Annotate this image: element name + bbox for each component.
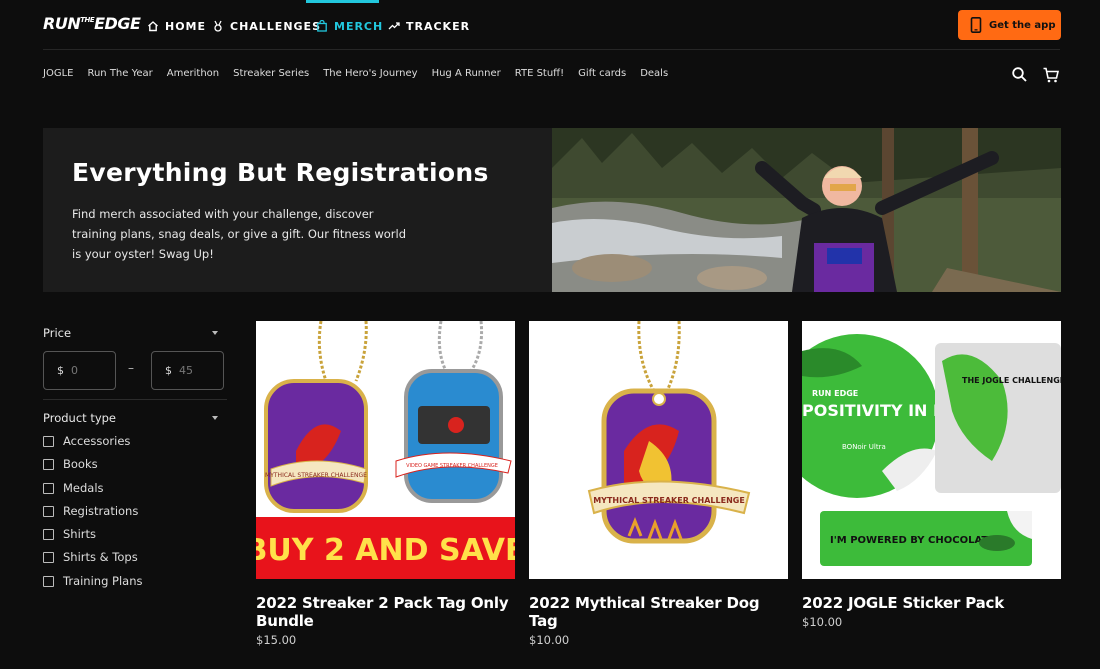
checkbox[interactable] [43, 528, 54, 540]
product-image-art: MYTHICAL STREAKER CHALLENGE VIDEO GAME S… [256, 321, 515, 579]
sticker-sub-text: BONoir Ultra [842, 443, 886, 451]
hero-banner: Everything But Registrations Find merch … [43, 128, 1061, 292]
nav-tracker-label: TRACKER [406, 19, 471, 33]
filter-label: Shirts [63, 527, 97, 541]
product-price: $10.00 [802, 615, 843, 629]
currency-symbol: $ [57, 364, 64, 377]
nav-home-label: HOME [165, 19, 207, 33]
tag-text: MYTHICAL STREAKER CHALLENGE [593, 496, 745, 505]
subnav-rte-stuff[interactable]: RTE Stuff! [515, 68, 564, 82]
product-card[interactable]: MYTHICAL STREAKER CHALLENGE VIDEO GAME S… [256, 321, 515, 647]
subnav-hug-a-runner[interactable]: Hug A Runner [432, 68, 501, 82]
home-icon [148, 21, 158, 32]
product-title[interactable]: 2022 Streaker 2 Pack Tag Only Bundle [256, 594, 515, 630]
product-price: $15.00 [256, 633, 297, 647]
product-card[interactable]: RUN EDGE POSITIVITY IN MOTION BONoir Ult… [802, 321, 1061, 629]
product-image-art: MYTHICAL STREAKER CHALLENGE [529, 321, 788, 579]
checkbox[interactable] [43, 575, 54, 587]
product-card[interactable]: MYTHICAL STREAKER CHALLENGE 2022 Mythica… [529, 321, 788, 647]
logo-small-text: THE [80, 16, 95, 24]
subnav-streaker-series[interactable]: Streaker Series [233, 68, 309, 82]
chevron-down-icon [212, 416, 218, 420]
price-min-input[interactable]: $ 0 [43, 351, 116, 390]
checkbox[interactable] [43, 482, 54, 494]
subnav-amerithon[interactable]: Amerithon [167, 68, 219, 82]
chevron-down-icon [212, 331, 218, 335]
filter-registrations[interactable]: Registrations [43, 504, 138, 518]
product-title[interactable]: 2022 Mythical Streaker Dog Tag [529, 594, 788, 630]
filter-label: Shirts & Tops [63, 550, 138, 564]
nav-tracker[interactable]: TRACKER [388, 18, 470, 34]
filter-label: Medals [63, 481, 104, 495]
logo[interactable]: RUNTHEEDGE [43, 14, 141, 33]
product-image[interactable]: MYTHICAL STREAKER CHALLENGE VIDEO GAME S… [256, 321, 515, 579]
checkbox[interactable] [43, 551, 54, 563]
search-icon[interactable] [1011, 66, 1029, 84]
filter-training-plans[interactable]: Training Plans [43, 574, 143, 588]
nav-merch[interactable]: MERCH [316, 18, 383, 34]
price-filter-label: Price [43, 326, 72, 340]
sticker-2-text: THE JOGLE CHALLENGE [962, 376, 1061, 385]
subnav-deals[interactable]: Deals [640, 68, 668, 82]
trend-icon [388, 22, 400, 30]
filter-label: Accessories [63, 434, 131, 448]
hero-description: Find merch associated with your challeng… [72, 207, 406, 261]
subnav-jogle[interactable]: JOGLE [43, 68, 73, 82]
product-image[interactable]: RUN EDGE POSITIVITY IN MOTION BONoir Ult… [802, 321, 1061, 579]
logo-text-2: EDGE [94, 14, 141, 33]
bag-icon [317, 20, 327, 32]
logo-text: RUN [43, 14, 81, 33]
product-image[interactable]: MYTHICAL STREAKER CHALLENGE [529, 321, 788, 579]
nav-challenges[interactable]: CHALLENGES [212, 18, 321, 34]
price-max-placeholder: 45 [179, 364, 193, 377]
tag-2-text: VIDEO GAME STREAKER CHALLENGE [406, 463, 498, 469]
checkbox[interactable] [43, 505, 54, 517]
cart-icon[interactable] [1042, 66, 1060, 84]
price-filter-toggle[interactable]: Price [43, 326, 227, 342]
nav-merch-label: MERCH [334, 19, 384, 33]
currency-symbol: $ [165, 364, 172, 377]
nav-active-indicator [306, 0, 379, 3]
filter-divider [43, 399, 227, 400]
filter-label: Registrations [63, 504, 139, 518]
filter-medals[interactable]: Medals [43, 481, 104, 495]
price-separator: – [128, 361, 134, 375]
price-min-placeholder: 0 [71, 364, 78, 377]
hero-title: Everything But Registrations [72, 158, 489, 187]
subnav-heros-journey[interactable]: The Hero's Journey [323, 68, 417, 82]
nav-divider [43, 49, 1060, 50]
product-banner-text: BUY 2 AND SAVE [256, 533, 515, 568]
tag-1-text: MYTHICAL STREAKER CHALLENGE [265, 472, 367, 479]
product-type-label: Product type [43, 411, 117, 425]
filter-label: Training Plans [63, 574, 143, 588]
sticker-brand-text: RUN EDGE [812, 389, 858, 398]
get-app-button[interactable]: Get the app [958, 10, 1061, 40]
phone-icon [970, 17, 982, 33]
filter-shirts[interactable]: Shirts [43, 527, 96, 541]
medal-icon [214, 20, 222, 32]
product-type-filter-toggle[interactable]: Product type [43, 411, 227, 427]
product-image-art: RUN EDGE POSITIVITY IN MOTION BONoir Ult… [802, 321, 1061, 579]
hero-photo [552, 128, 1061, 292]
product-title[interactable]: 2022 JOGLE Sticker Pack [802, 594, 1061, 612]
product-price: $10.00 [529, 633, 570, 647]
filter-label: Books [63, 457, 98, 471]
filter-accessories[interactable]: Accessories [43, 434, 130, 448]
sub-nav: JOGLE Run The Year Amerithon Streaker Se… [43, 68, 668, 82]
filter-books[interactable]: Books [43, 457, 98, 471]
nav-challenges-label: CHALLENGES [230, 19, 321, 33]
top-nav: RUNTHEEDGE HOME CHALLENGES MERCH TRACKER… [0, 0, 1100, 50]
subnav-run-the-year[interactable]: Run The Year [87, 68, 152, 82]
subnav-gift-cards[interactable]: Gift cards [578, 68, 626, 82]
price-max-input[interactable]: $ 45 [151, 351, 224, 390]
checkbox[interactable] [43, 458, 54, 470]
sticker-3-text: I'M POWERED BY CHOCOLATE [830, 535, 995, 546]
get-app-label: Get the app [989, 19, 1056, 31]
filter-shirts-tops[interactable]: Shirts & Tops [43, 550, 138, 564]
nav-home[interactable]: HOME [147, 18, 206, 34]
checkbox[interactable] [43, 435, 54, 447]
